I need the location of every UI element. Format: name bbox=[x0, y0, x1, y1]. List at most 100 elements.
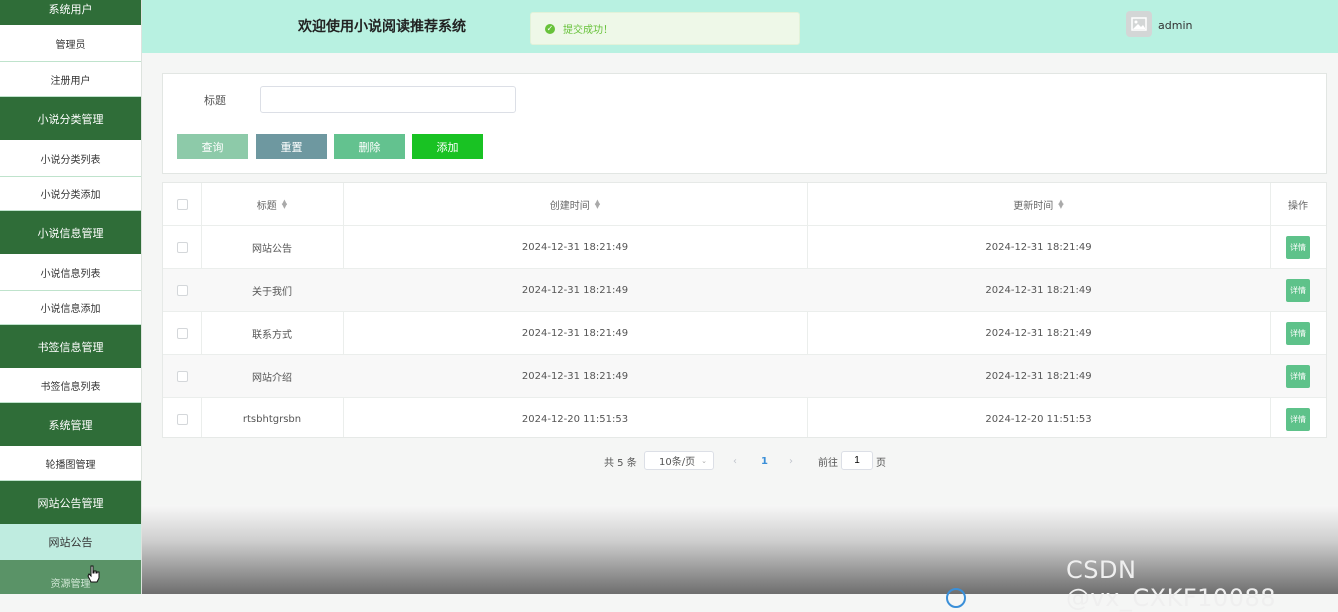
row-checkbox[interactable] bbox=[176, 370, 188, 382]
sidebar-item-label: 小说分类添加 bbox=[40, 190, 101, 201]
cell-updated: 2024-12-20 11:51:53 bbox=[985, 414, 1092, 425]
sidebar-item-label: 管理员 bbox=[55, 39, 86, 51]
cell-updated: 2024-12-31 18:21:49 bbox=[985, 327, 1092, 339]
sidebar-item-carousel[interactable]: 轮播图管理 bbox=[0, 446, 141, 481]
reset-button[interactable]: 重置 bbox=[256, 134, 327, 159]
sidebar-item-label: 书签信息管理 bbox=[37, 340, 104, 354]
image-placeholder-icon bbox=[1131, 17, 1147, 31]
sidebar-group-system[interactable]: 系统管理 bbox=[0, 403, 141, 446]
cell-created: 2024-12-31 18:21:49 bbox=[521, 370, 629, 382]
sidebar-item-novel-category-add[interactable]: 小说分类添加 bbox=[0, 177, 141, 211]
title-search-input[interactable] bbox=[260, 86, 516, 113]
announcement-table: 标题 ▲ ▼ 创建时间 ▲ ▼ 更新时间 ▲ ▼ 操作 网站公告 2024-12-31 18… bbox=[162, 182, 1327, 438]
sidebar-item-label: 小说信息添加 bbox=[40, 304, 101, 315]
sidebar-group-resources[interactable]: 资源管理 bbox=[0, 560, 141, 594]
goto-label: 前往 bbox=[818, 457, 838, 469]
row-checkbox[interactable] bbox=[176, 284, 188, 296]
toast-message: 提交成功！ bbox=[563, 25, 613, 36]
detail-button[interactable]: 详情 bbox=[1286, 278, 1310, 302]
sort-icon[interactable]: ▲ ▼ bbox=[1058, 199, 1063, 210]
cell-created: 2024-12-20 11:51:53 bbox=[521, 414, 629, 425]
table-header-row: 标题 ▲ ▼ 创建时间 ▲ ▼ 更新时间 ▲ ▼ 操作 bbox=[163, 183, 1326, 226]
sort-icon[interactable]: ▲ ▼ bbox=[595, 199, 600, 210]
search-panel: 标题 查询 重置 删除 添加 bbox=[162, 73, 1327, 174]
sidebar-group-system-users[interactable]: 系统用户 bbox=[0, 0, 141, 25]
circle-icon bbox=[946, 588, 966, 608]
cell-title: 网站介绍 bbox=[252, 372, 292, 384]
cell-updated: 2024-12-31 18:21:49 bbox=[985, 370, 1092, 382]
sidebar-item-novel-category-list[interactable]: 小说分类列表 bbox=[0, 140, 141, 177]
detail-button[interactable]: 详情 bbox=[1286, 408, 1310, 431]
detail-button[interactable]: 详情 bbox=[1286, 364, 1310, 388]
sidebar-item-label: 网站公告管理 bbox=[37, 496, 104, 510]
add-button[interactable]: 添加 bbox=[412, 134, 483, 159]
watermark: CSDN @vx_CXKF10088 bbox=[1066, 556, 1276, 612]
column-header-created[interactable]: 创建时间 ▲ ▼ bbox=[343, 183, 807, 225]
success-toast: ✓ 提交成功！ bbox=[530, 12, 800, 45]
row-checkbox[interactable] bbox=[176, 241, 188, 253]
cell-updated: 2024-12-31 18:21:49 bbox=[985, 284, 1092, 296]
sidebar-group-novel-info[interactable]: 小说信息管理 bbox=[0, 211, 141, 254]
sidebar-group-announcement[interactable]: 网站公告管理 bbox=[0, 481, 141, 524]
cell-updated: 2024-12-31 18:21:49 bbox=[985, 241, 1092, 253]
table-row: rtsbhtgrsbn 2024-12-20 11:51:53 2024-12-… bbox=[163, 398, 1326, 441]
select-all-checkbox[interactable] bbox=[176, 198, 188, 210]
title-filter-label: 标题 bbox=[204, 94, 226, 107]
sidebar-item-label: 系统管理 bbox=[48, 418, 93, 432]
delete-button[interactable]: 删除 bbox=[334, 134, 405, 159]
chevron-down-icon: ⌄ bbox=[701, 456, 707, 465]
cell-title: 联系方式 bbox=[252, 329, 292, 341]
sidebar-item-bookmark-list[interactable]: 书签信息列表 bbox=[0, 368, 141, 403]
sidebar-item-registered-users[interactable]: 注册用户 bbox=[0, 62, 141, 97]
sidebar-item-admin[interactable]: 管理员 bbox=[0, 25, 141, 62]
sidebar-item-label: 资源管理 bbox=[50, 578, 91, 590]
prev-page-icon[interactable]: ‹ bbox=[733, 451, 737, 471]
sidebar-item-label: 小说信息列表 bbox=[40, 268, 101, 280]
detail-button[interactable]: 详情 bbox=[1286, 321, 1310, 345]
sort-icon[interactable]: ▲ ▼ bbox=[282, 199, 287, 210]
table-row: 网站公告 2024-12-31 18:21:49 2024-12-31 18:2… bbox=[163, 226, 1326, 269]
sidebar-item-label: 小说分类管理 bbox=[37, 112, 104, 126]
sidebar-item-label: 小说信息管理 bbox=[37, 226, 104, 240]
system-title: 欢迎使用小说阅读推荐系统 bbox=[298, 19, 466, 35]
column-header-title[interactable]: 标题 ▲ ▼ bbox=[201, 183, 343, 225]
table-row: 网站介绍 2024-12-31 18:21:49 2024-12-31 18:2… bbox=[163, 355, 1326, 398]
sidebar-item-novel-info-add[interactable]: 小说信息添加 bbox=[0, 291, 141, 325]
cell-title: rtsbhtgrsbn bbox=[242, 414, 302, 425]
sidebar: 系统用户 管理员 注册用户 小说分类管理 小说分类列表 小说分类添加 小说信息管… bbox=[0, 0, 142, 594]
row-checkbox[interactable] bbox=[176, 327, 188, 339]
username[interactable]: admin bbox=[1158, 19, 1192, 32]
cell-created: 2024-12-31 18:21:49 bbox=[521, 241, 629, 253]
detail-button[interactable]: 详情 bbox=[1286, 235, 1310, 259]
column-header-updated[interactable]: 更新时间 ▲ ▼ bbox=[807, 183, 1270, 225]
table-row: 关于我们 2024-12-31 18:21:49 2024-12-31 18:2… bbox=[163, 269, 1326, 312]
sidebar-group-novel-category[interactable]: 小说分类管理 bbox=[0, 97, 141, 140]
sidebar-item-label: 系统用户 bbox=[48, 2, 93, 16]
cell-created: 2024-12-31 18:21:49 bbox=[521, 327, 629, 339]
hand-cursor-icon bbox=[87, 565, 100, 583]
check-icon: ✓ bbox=[545, 23, 555, 34]
sidebar-item-label: 书签信息列表 bbox=[40, 381, 101, 393]
sidebar-item-novel-info-list[interactable]: 小说信息列表 bbox=[0, 254, 141, 291]
query-button[interactable]: 查询 bbox=[177, 134, 248, 159]
cell-created: 2024-12-31 18:21:49 bbox=[521, 284, 629, 296]
goto-page-input[interactable] bbox=[841, 451, 873, 470]
sidebar-item-announcement[interactable]: 网站公告 bbox=[0, 524, 141, 560]
total-count: 共 5 条 bbox=[604, 457, 637, 469]
sidebar-item-label: 注册用户 bbox=[50, 75, 91, 87]
page-size-select[interactable]: 10条/页 ⌄ bbox=[644, 451, 714, 470]
page-number[interactable]: 1 bbox=[761, 451, 768, 471]
page-unit-label: 页 bbox=[876, 457, 886, 469]
column-header-actions: 操作 bbox=[1288, 200, 1308, 212]
sidebar-group-bookmark[interactable]: 书签信息管理 bbox=[0, 325, 141, 368]
table-row: 联系方式 2024-12-31 18:21:49 2024-12-31 18:2… bbox=[163, 312, 1326, 355]
cell-title: 关于我们 bbox=[252, 286, 292, 298]
avatar[interactable] bbox=[1126, 11, 1152, 37]
row-checkbox[interactable] bbox=[176, 414, 188, 425]
sidebar-item-label: 小说分类列表 bbox=[40, 154, 101, 166]
sidebar-item-label: 网站公告 bbox=[48, 536, 93, 549]
top-header: 欢迎使用小说阅读推荐系统 ✓ 提交成功！ admin bbox=[142, 0, 1338, 53]
next-page-icon[interactable]: › bbox=[789, 451, 793, 471]
cell-title: 网站公告 bbox=[252, 243, 292, 255]
sidebar-item-label: 轮播图管理 bbox=[45, 459, 96, 471]
